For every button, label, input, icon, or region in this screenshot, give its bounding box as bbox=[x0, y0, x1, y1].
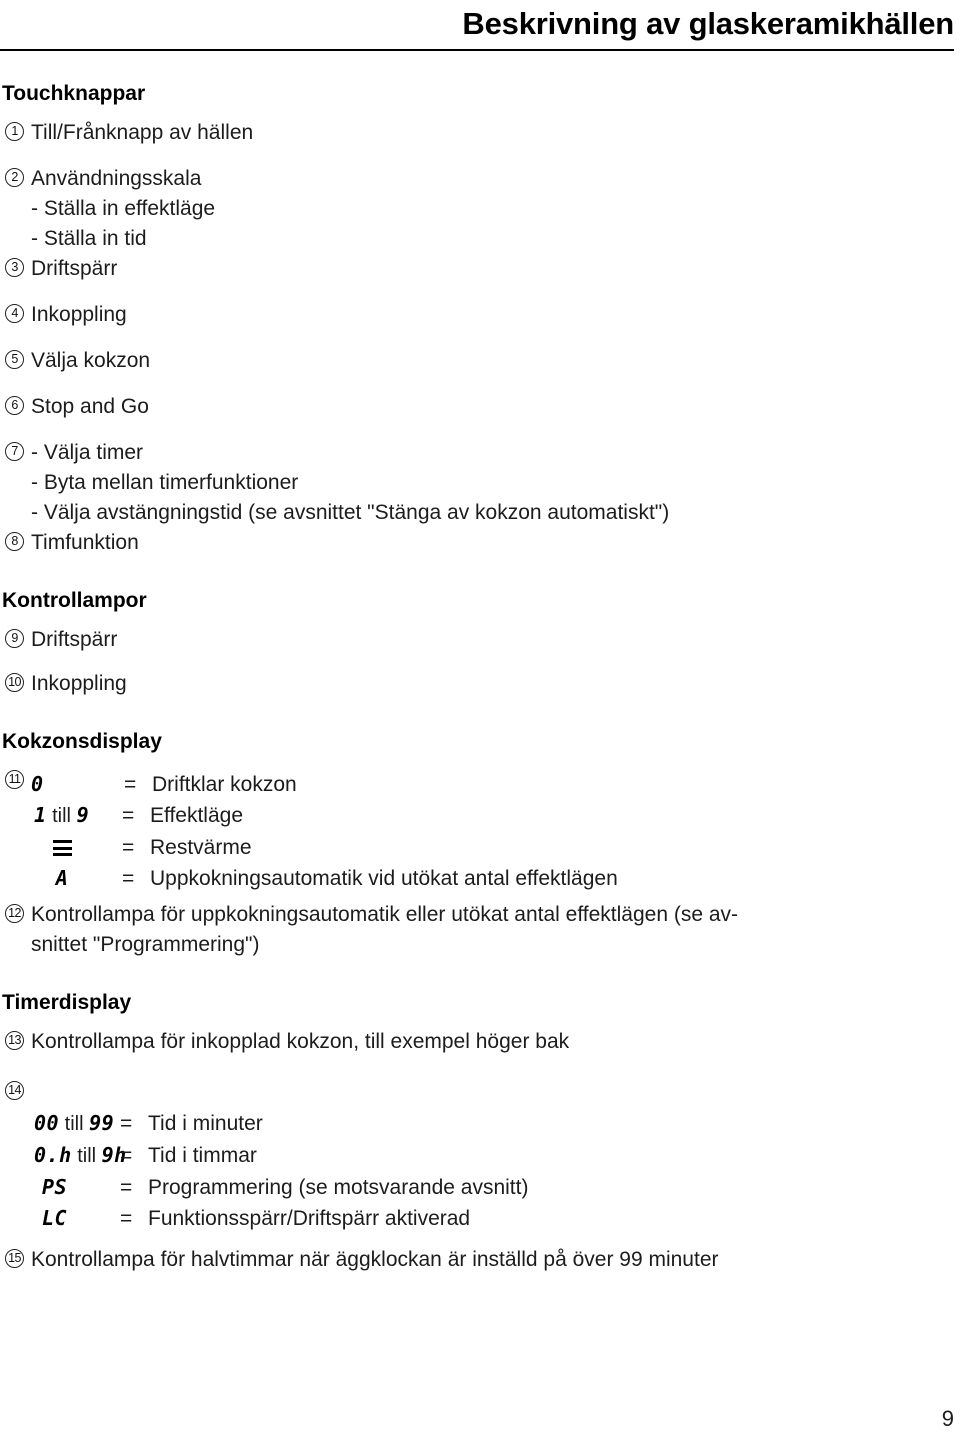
list-item-2-sub-2: - Ställa in tid bbox=[31, 227, 147, 250]
page-number: 9 bbox=[941, 1406, 954, 1431]
circled-number-icon: 6 bbox=[2, 396, 29, 417]
timer-display-row-3: PS = Programmering (se motsvarande avsni… bbox=[2, 1172, 956, 1203]
equals-sign: = bbox=[124, 773, 137, 796]
list-item-2: 2 Användningsskala bbox=[2, 164, 956, 194]
equals-sign: = bbox=[120, 1112, 133, 1135]
timer-display-row-1: 00 till 99 = Tid i minuter bbox=[2, 1108, 956, 1140]
zone-display-row-2: 1 till 9 = Effektläge bbox=[2, 800, 956, 832]
timer-display-row-4: LC = Funktionsspärr/Driftspärr aktiverad bbox=[2, 1203, 956, 1234]
list-item-7-sub-2: - Välja avstängningstid (se avsnittet "S… bbox=[31, 501, 670, 524]
list-item-5: 5 Välja kokzon bbox=[2, 346, 956, 376]
list-item-13: 13 Kontrollampa för inkopplad kokzon, ti… bbox=[2, 1027, 956, 1057]
equals-sign: = bbox=[120, 1176, 133, 1199]
list-item-label: Kontrollampa för halvtimmar när äggklock… bbox=[31, 1248, 719, 1271]
page-header: Beskrivning av glaskeramikhällen bbox=[0, 0, 960, 51]
zone-display-description: Restvärme bbox=[150, 836, 252, 859]
list-item-label: Driftspärr bbox=[31, 257, 118, 280]
document-page: Beskrivning av glaskeramikhällen Touchkn… bbox=[0, 0, 960, 1442]
section-heading-timerdisplay: Timerdisplay bbox=[2, 991, 132, 1014]
list-item-8: 8 Timfunktion bbox=[2, 528, 956, 558]
list-item-7-sub-1: - Byta mellan timerfunktioner bbox=[31, 471, 299, 494]
list-item-12-continuation: snittet "Programmering") bbox=[31, 933, 260, 956]
timer-display-description: Tid i timmar bbox=[148, 1144, 257, 1167]
list-item-15: 15 Kontrollampa för halvtimmar när äggkl… bbox=[2, 1245, 956, 1275]
list-item-3: 3 Driftspärr bbox=[2, 254, 956, 284]
equals-sign: = bbox=[120, 1144, 133, 1167]
circled-number-icon: 3 bbox=[2, 258, 29, 279]
circled-number-icon: 2 bbox=[2, 168, 29, 189]
circled-number-icon: 1 bbox=[2, 122, 29, 143]
equals-sign: = bbox=[120, 1207, 133, 1230]
zone-display-symbol: A bbox=[55, 866, 69, 890]
section-heading-touchknappar: Touchknappar bbox=[2, 82, 146, 105]
timer-display-symbol: PS bbox=[42, 1175, 68, 1199]
section-heading-kokzonsdisplay: Kokzonsdisplay bbox=[2, 730, 162, 753]
section-heading-kontrollampor: Kontrollampor bbox=[2, 589, 147, 612]
circled-number-icon: 11 bbox=[2, 770, 29, 791]
timer-display-code-table: 00 till 99 = Tid i minuter 0.h till 9h =… bbox=[2, 1108, 956, 1234]
list-item-label: Inkoppling bbox=[31, 303, 127, 326]
timer-display-symbol: LC bbox=[42, 1206, 68, 1230]
list-item-12: 12 Kontrollampa för uppkokningsautomatik… bbox=[2, 900, 956, 930]
residual-heat-bars-icon bbox=[52, 840, 72, 856]
equals-sign: = bbox=[122, 867, 135, 890]
circled-number-icon: 10 bbox=[2, 673, 29, 694]
circled-number-icon: 7 bbox=[2, 442, 29, 463]
zone-display-description: Uppkokningsautomatik vid utökat antal ef… bbox=[150, 867, 618, 890]
list-item-label: Kontrollampa för inkopplad kokzon, till … bbox=[31, 1030, 570, 1053]
zone-display-code-table: 11 0 = Driftklar kokzon 1 till 9 = Effek… bbox=[2, 766, 956, 894]
circled-number-icon: 5 bbox=[2, 350, 29, 371]
zone-display-row-4: A = Uppkokningsautomatik vid utökat anta… bbox=[2, 863, 956, 894]
circled-number-icon: 9 bbox=[2, 629, 29, 650]
timer-display-description: Funktionsspärr/Driftspärr aktiverad bbox=[148, 1207, 471, 1230]
timer-display-description: Tid i minuter bbox=[148, 1112, 263, 1135]
circled-number-icon: 15 bbox=[2, 1249, 29, 1270]
list-item-label: Inkoppling bbox=[31, 672, 127, 695]
circled-number-icon: 4 bbox=[2, 304, 29, 325]
zone-display-description: Driftklar kokzon bbox=[152, 773, 297, 796]
list-item-14: 14 bbox=[2, 1077, 956, 1102]
zone-display-row-1: 11 0 = Driftklar kokzon bbox=[2, 766, 956, 800]
list-item-7: 7 - Välja timer bbox=[2, 438, 956, 468]
timer-display-symbol: 00 till 99 bbox=[34, 1111, 115, 1135]
list-item-label: - Välja timer bbox=[31, 441, 144, 464]
list-item-label: Kontrollampa för uppkokningsautomatik el… bbox=[31, 903, 739, 926]
list-item-label: Välja kokzon bbox=[31, 349, 151, 372]
list-item-label: Driftspärr bbox=[31, 628, 118, 651]
list-item-label: Timfunktion bbox=[31, 531, 139, 554]
zone-display-symbol: 0 bbox=[31, 772, 44, 796]
equals-sign: = bbox=[122, 804, 135, 827]
list-item-label: Till/Frånknapp av hällen bbox=[31, 121, 254, 144]
list-item-2-sub-1: - Ställa in effektläge bbox=[31, 197, 216, 220]
zone-display-row-3: = Restvärme bbox=[2, 832, 956, 863]
page-title: Beskrivning av glaskeramikhällen bbox=[462, 6, 954, 41]
circled-number-icon: 8 bbox=[2, 532, 29, 553]
circled-number-icon: 13 bbox=[2, 1031, 29, 1052]
list-item-4: 4 Inkoppling bbox=[2, 300, 956, 330]
circled-number-icon: 14 bbox=[2, 1081, 29, 1102]
circled-number-icon: 12 bbox=[2, 904, 29, 925]
zone-display-description: Effektläge bbox=[150, 804, 244, 827]
timer-display-row-2: 0.h till 9h = Tid i timmar bbox=[2, 1140, 956, 1172]
list-item-6: 6 Stop and Go bbox=[2, 392, 956, 422]
list-item-label: Stop and Go bbox=[31, 395, 149, 418]
timer-display-symbol: 0.h till 9h bbox=[34, 1143, 127, 1167]
equals-sign: = bbox=[122, 836, 135, 859]
page-content: Touchknappar 1 Till/Frånknapp av hällen … bbox=[0, 51, 960, 1275]
zone-display-symbol: 1 till 9 bbox=[34, 803, 90, 827]
timer-display-description: Programmering (se motsvarande avsnitt) bbox=[148, 1176, 529, 1199]
list-item-label: Användningsskala bbox=[31, 167, 202, 190]
zone-display-symbol bbox=[2, 832, 122, 863]
list-item-10: 10 Inkoppling bbox=[2, 669, 956, 699]
list-item-1: 1 Till/Frånknapp av hällen bbox=[2, 118, 956, 148]
list-item-9: 9 Driftspärr bbox=[2, 625, 956, 655]
